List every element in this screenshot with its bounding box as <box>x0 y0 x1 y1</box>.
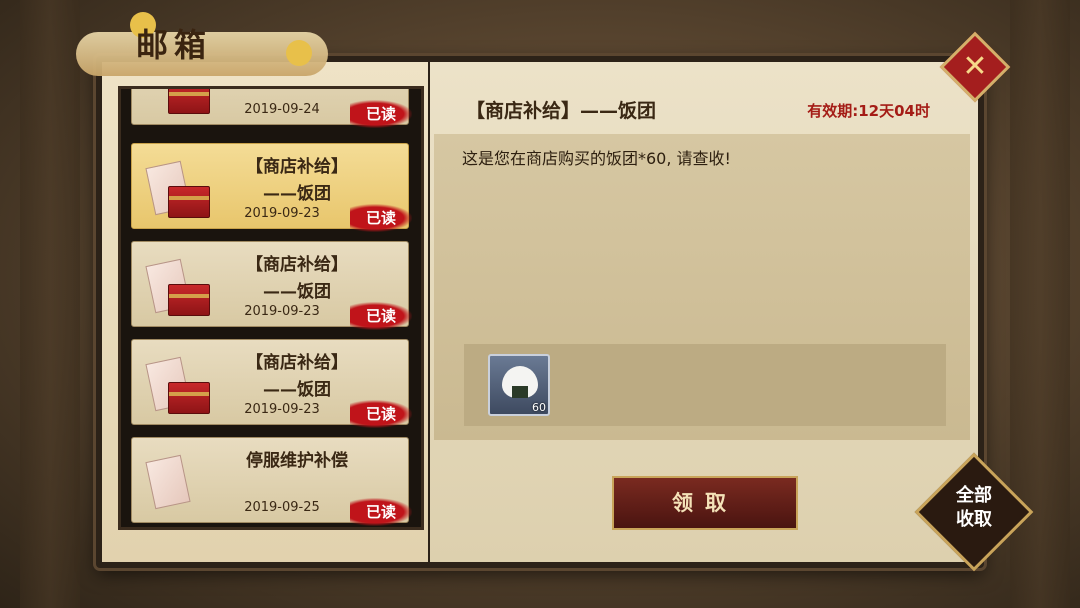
claim-all-label: 全部 收取 <box>956 485 992 530</box>
mail-date: 2019-09-24 <box>244 102 320 117</box>
mail-date: 2019-09-23 <box>244 304 320 319</box>
rice-ball-icon <box>502 366 538 398</box>
mail-item[interactable]: 停服维护补偿 2019-09-25 已读 <box>131 437 412 526</box>
mailbox-header: 邮箱 <box>76 10 328 84</box>
expiry-label: 有效期:12天04时 <box>807 102 930 120</box>
page-title: 邮箱 <box>136 26 213 64</box>
mail-title: 【商店补给】 ——饭团 <box>246 353 348 400</box>
mail-item[interactable]: 2019-09-24 已读 <box>131 89 412 128</box>
gift-box-icon <box>168 89 210 114</box>
mail-content-text: 这是您在商店购买的饭团*60, 请查收! <box>462 149 731 168</box>
gift-box-icon <box>168 284 210 316</box>
mail-date: 2019-09-23 <box>244 402 320 417</box>
mail-item-selected[interactable]: 【商店补给】 ——饭团 2019-09-23 已读 <box>131 143 412 232</box>
detail-title: 【商店补给】——饭团 <box>466 100 657 122</box>
reward-item[interactable]: 60 <box>488 354 550 416</box>
read-badge: 已读 <box>350 400 412 428</box>
read-badge: 已读 <box>350 302 412 330</box>
claim-button[interactable]: 领取 <box>612 476 798 530</box>
mail-title: 【商店补给】 ——饭团 <box>246 157 348 204</box>
close-icon: ✕ <box>962 49 988 84</box>
gift-box-icon <box>168 382 210 414</box>
flower-icon <box>286 40 312 66</box>
read-badge: 已读 <box>350 498 412 526</box>
mail-title: 【商店补给】 ——饭团 <box>246 255 348 302</box>
mail-list[interactable]: 2019-09-24 已读 【商店补给】 ——饭团 2019-09-23 已读 … <box>118 86 424 530</box>
reward-count: 60 <box>532 401 546 414</box>
envelope-icon <box>145 454 191 510</box>
mail-title: 停服维护补偿 <box>246 451 348 471</box>
mail-date: 2019-09-25 <box>244 500 320 515</box>
mail-item[interactable]: 【商店补给】 ——饭团 2019-09-23 已读 <box>131 339 412 428</box>
mail-date: 2019-09-23 <box>244 206 320 221</box>
read-badge: 已读 <box>350 204 412 232</box>
read-badge: 已读 <box>350 100 412 128</box>
background-pillar <box>20 0 80 608</box>
mail-item[interactable]: 【商店补给】 ——饭团 2019-09-23 已读 <box>131 241 412 330</box>
gift-box-icon <box>168 186 210 218</box>
